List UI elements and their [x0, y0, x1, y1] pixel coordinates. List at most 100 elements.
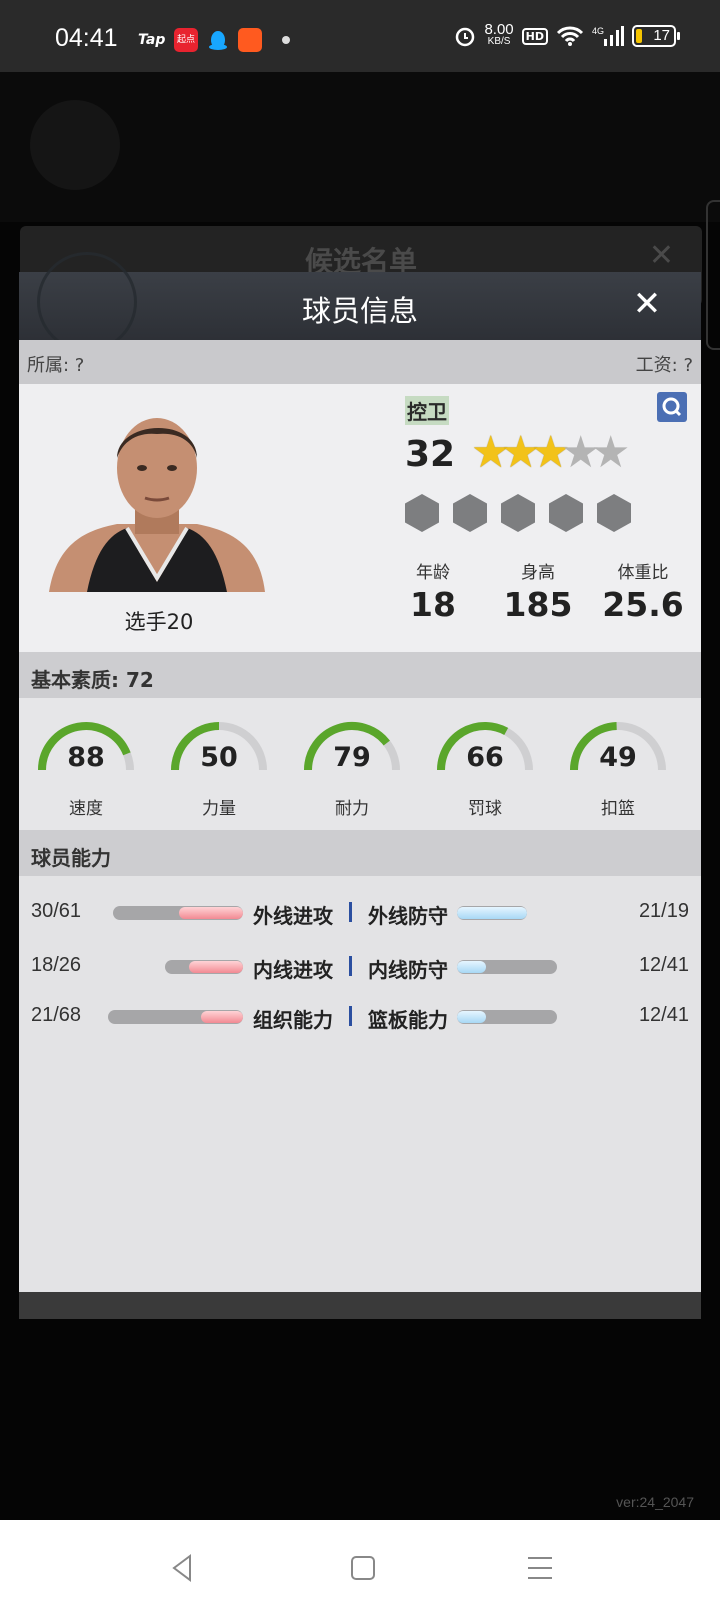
attr-weight-ratio: 体重比 25.6: [593, 558, 693, 624]
left-ability-value: 30/61: [31, 900, 82, 922]
menu-icon[interactable]: [520, 1548, 560, 1588]
right-ability-label: 篮板能力: [368, 1008, 448, 1032]
left-ability-fill: [201, 1011, 243, 1023]
abilities-panel: 30/61 21/19 外线进攻 外线防守 18/26 12/41 内线进攻 内线防守 21/6…: [19, 876, 701, 1296]
right-ability-value: 21/19: [638, 900, 689, 922]
player-info-modal: 球员信息 ✕ 所属: ? 工资: ? 选手20 控卫 32 ★ ★ ★ ★ ★ 年龄 1…: [19, 252, 701, 1319]
gauge-label: 耐力: [335, 799, 369, 819]
system-icons: 8.00 KB/S HD 4G 17: [454, 21, 680, 48]
player-portrait: [49, 418, 265, 592]
gauge-4: 49 扣篮: [563, 720, 673, 830]
modal-title: 球员信息: [301, 294, 418, 328]
badge-slot-hexagon-icon: [405, 494, 439, 532]
attr-height: 身高 185: [488, 558, 588, 624]
version-label: ver:24_2047: [616, 1494, 694, 1510]
abilities-header: 球员能力: [19, 830, 701, 876]
gauge-value: 88: [67, 742, 105, 773]
gauge-value: 79: [333, 742, 371, 773]
left-ability-label: 外线进攻: [253, 904, 333, 928]
star-filled-icon: ★: [471, 427, 511, 478]
badge-slot-hexagon-icon: [549, 494, 583, 532]
notification-icons: Tap 起点: [138, 28, 290, 52]
left-ability-bar: [108, 1010, 243, 1024]
attr-value: 25.6: [602, 585, 684, 624]
svg-text:4G: 4G: [592, 26, 604, 36]
overall-rating: 32: [405, 434, 456, 475]
attr-value: 18: [410, 585, 456, 624]
left-ability-value: 18/26: [31, 954, 82, 976]
candidate-list-close-icon: ✕: [648, 238, 674, 273]
ability-divider: [349, 1006, 352, 1026]
star-empty-icon: ★: [591, 427, 631, 478]
left-ability-label: 内线进攻: [253, 958, 333, 982]
signal-icon: 4G: [592, 26, 624, 46]
star-filled-icon: ★: [501, 427, 541, 478]
salary-label: 工资: ?: [635, 355, 693, 376]
gauge-value: 50: [200, 742, 238, 773]
affiliation-label: 所属: ?: [27, 355, 85, 376]
back-icon[interactable]: [164, 1548, 204, 1588]
star-rating: ★ ★ ★ ★ ★: [471, 427, 631, 478]
ability-divider: [349, 902, 352, 922]
home-icon[interactable]: [343, 1548, 383, 1588]
right-ability-fill: [457, 1011, 486, 1023]
status-bar: 04:41 Tap 起点 8.00 KB/S HD 4G 17: [0, 0, 720, 72]
qidian-icon: 起点: [174, 28, 198, 52]
attr-label: 体重比: [617, 563, 669, 583]
gauge-label: 扣篮: [601, 799, 635, 819]
alarm-icon: [456, 27, 475, 47]
player-name: 选手20: [124, 610, 194, 634]
gauge-label: 速度: [69, 799, 103, 819]
hd-icon: HD: [521, 27, 548, 45]
background-edge-handle: [706, 200, 720, 350]
attr-label: 身高: [521, 563, 555, 583]
position-tag: 控卫: [405, 396, 449, 425]
net-speed: 8.00 KB/S: [484, 21, 514, 47]
badge-slots: [405, 494, 631, 532]
more-notifications-dot: [282, 36, 290, 44]
taptap-icon: Tap: [138, 32, 166, 48]
gauge-value: 49: [599, 742, 637, 773]
gauge-label: 力量: [202, 799, 236, 819]
right-ability-value: 12/41: [638, 954, 689, 976]
player-profile: 选手20 控卫 32 ★ ★ ★ ★ ★ 年龄 18 身高 185 体重比 25.6: [19, 384, 701, 652]
search-icon: [662, 397, 682, 417]
left-ability-fill: [179, 907, 243, 919]
right-ability-label: 外线防守: [368, 904, 448, 928]
gauge-3: 66 罚球: [430, 720, 540, 830]
right-ability-bar: [457, 1010, 557, 1024]
modal-bottom-bar: [19, 1292, 701, 1319]
taobao-icon: [238, 28, 262, 52]
right-ability-fill: [457, 961, 486, 973]
attr-value: 185: [503, 585, 573, 624]
wifi-icon: [556, 26, 584, 46]
gauge-1: 50 力量: [164, 720, 274, 830]
ability-row: 18/26 12/41 内线进攻 内线防守: [19, 952, 701, 982]
basic-quality-header: 基本素质: 72: [19, 652, 701, 698]
gauge-2: 79 耐力: [297, 720, 407, 830]
gauge-label: 罚球: [468, 799, 502, 819]
right-ability-label: 内线防守: [368, 958, 448, 982]
info-bar: 所属: ? 工资: ?: [19, 340, 701, 384]
left-ability-bar: [165, 960, 243, 974]
close-button[interactable]: ✕: [629, 286, 665, 322]
left-ability-fill: [189, 961, 243, 973]
inspect-button[interactable]: [657, 392, 687, 422]
ability-divider: [349, 956, 352, 976]
star-filled-icon: ★: [531, 427, 571, 478]
qq-icon: [209, 31, 227, 50]
right-ability-value: 12/41: [638, 1004, 689, 1026]
right-ability-bar: [457, 960, 557, 974]
badge-slot-hexagon-icon: [597, 494, 631, 532]
left-ability-value: 21/68: [31, 1004, 82, 1026]
navigation-bar: [0, 1520, 720, 1608]
left-ability-label: 组织能力: [253, 1008, 333, 1032]
attr-age: 年龄 18: [383, 558, 483, 624]
gauge-0: 88 速度: [31, 720, 141, 830]
gauge-value: 66: [466, 742, 504, 773]
attr-label: 年龄: [416, 563, 450, 583]
badge-slot-hexagon-icon: [501, 494, 535, 532]
clock: 04:41: [55, 24, 118, 52]
star-empty-icon: ★: [561, 427, 601, 478]
battery-icon: 17: [632, 25, 680, 47]
